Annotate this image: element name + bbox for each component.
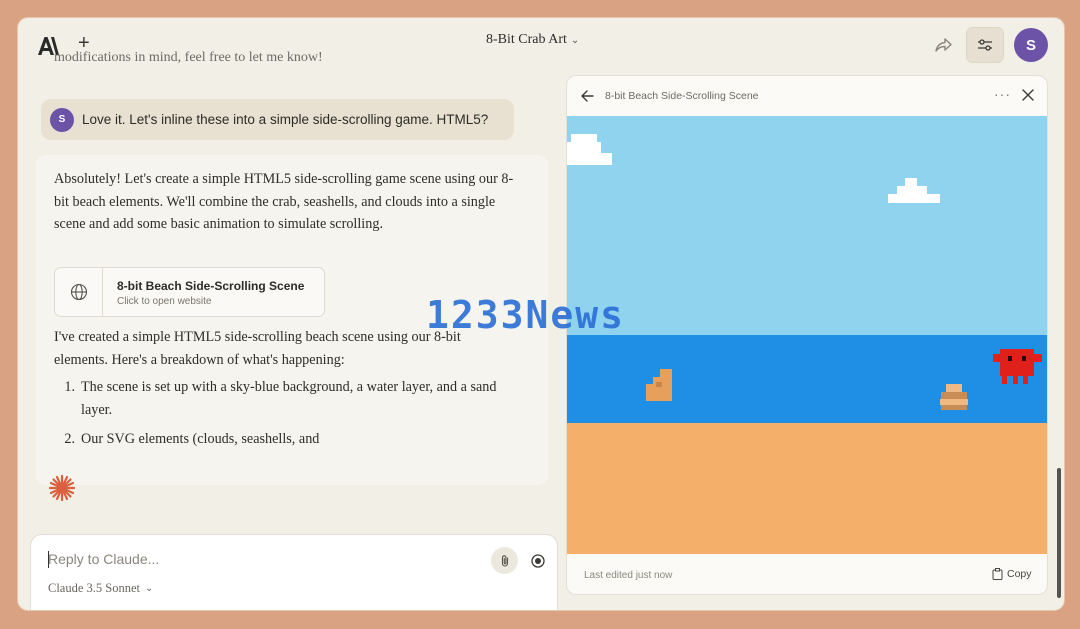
share-icon[interactable] [934,36,954,54]
user-avatar[interactable]: S [1014,28,1048,62]
copy-button[interactable]: Copy [992,568,1032,580]
reply-input[interactable]: Reply to Claude... [48,551,159,567]
record-icon [530,553,545,568]
artifact-panel: 8-bit Beach Side-Scrolling Scene ··· Las… [566,75,1048,595]
artifact-icon-box [55,268,103,316]
attach-button[interactable] [491,547,518,574]
list-item-text: The scene is set up with a sky-blue back… [81,379,497,418]
paperclip-icon [501,554,508,567]
copy-label: Copy [1007,568,1032,580]
chat-title-dropdown[interactable]: 8-Bit Crab Art ⌄ [486,32,579,48]
assistant-list: 1. The scene is set up with a sky-blue b… [54,376,524,458]
water-layer [567,335,1047,423]
sky-layer [567,116,1047,335]
user-message-text: Love it. Let's inline these into a simpl… [82,112,489,127]
text-caret [48,551,49,568]
sliders-icon [978,39,992,51]
chevron-down-icon: ⌄ [570,34,580,46]
back-arrow-icon[interactable] [580,89,594,103]
clipboard-icon [992,568,1003,580]
user-message-avatar: S [50,107,74,132]
claude-spark-icon [48,474,76,502]
settings-button[interactable] [966,27,1004,63]
scrollbar[interactable] [1057,468,1061,598]
list-item-text: Our SVG elements (clouds, seashells, and [81,431,320,448]
artifact-panel-footer: Last edited just now Copy [567,554,1047,594]
list-item-number: 1. [64,379,75,395]
model-name: Claude 3.5 Sonnet [48,581,141,595]
artifact-panel-header: 8-bit Beach Side-Scrolling Scene ··· [567,76,1047,116]
more-options-icon[interactable]: ··· [994,86,1011,102]
watermark-text: 1233News [426,293,626,337]
artifact-card[interactable]: 8-bit Beach Side-Scrolling Scene Click t… [54,267,325,317]
artifact-card-title: 8-bit Beach Side-Scrolling Scene [117,279,305,293]
record-button[interactable] [524,547,551,574]
artifact-card-subtitle: Click to open website [117,296,212,307]
model-selector[interactable]: Claude 3.5 Sonnet ⌄ [48,581,153,596]
assistant-paragraph: Absolutely! Let's create a simple HTML5 … [54,171,514,233]
sand-layer [567,423,1047,554]
previous-message-text: modifications in mind, feel free to let … [54,50,323,65]
user-message: S Love it. Let's inline these into a sim… [41,99,514,140]
last-edited-status: Last edited just now [584,570,673,581]
artifact-panel-title: 8-bit Beach Side-Scrolling Scene [605,90,759,102]
globe-icon [70,283,87,301]
beach-game-scene[interactable] [567,116,1048,554]
reply-composer: Reply to Claude... Claude 3.5 Sonnet ⌄ [30,534,558,610]
chevron-down-icon: ⌄ [145,583,154,594]
list-item: 1. The scene is set up with a sky-blue b… [54,376,524,421]
list-item: 2. Our SVG elements (clouds, seashells, … [54,428,524,451]
close-icon[interactable] [1021,88,1035,102]
chat-title: 8-Bit Crab Art [486,32,567,47]
list-item-number: 2. [64,431,75,448]
